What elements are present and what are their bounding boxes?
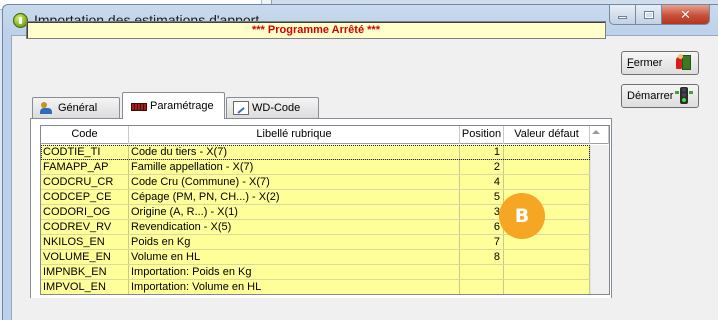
cell-position[interactable]: 5 bbox=[460, 190, 504, 204]
fermer-label: Fermer bbox=[627, 57, 674, 69]
cell-code[interactable]: VOLUME_EN bbox=[41, 250, 129, 264]
minimize-button[interactable] bbox=[609, 5, 636, 25]
table-row[interactable]: IMPVOL_EN Importation: Volume en HL bbox=[41, 280, 590, 294]
cell-default[interactable] bbox=[504, 265, 590, 279]
demarrer-button[interactable]: Démarrer bbox=[621, 84, 699, 108]
cell-code[interactable]: CODTIE_TI bbox=[41, 145, 129, 159]
fermer-mnemonic: F bbox=[627, 57, 634, 69]
column-header-position[interactable]: Position bbox=[460, 126, 504, 144]
caption-buttons: ✕ bbox=[609, 5, 710, 25]
maximize-icon bbox=[643, 10, 654, 19]
film-strip-icon bbox=[131, 103, 147, 111]
scroll-up-icon[interactable] bbox=[592, 130, 600, 134]
cell-code[interactable]: CODORI_OG bbox=[41, 205, 129, 219]
edit-document-icon bbox=[233, 101, 249, 115]
cell-code[interactable]: CODCEP_CE bbox=[41, 190, 129, 204]
annotation-badge: B bbox=[499, 193, 545, 239]
cell-position[interactable] bbox=[460, 265, 504, 279]
cell-position[interactable]: 2 bbox=[460, 160, 504, 174]
table-row[interactable]: CODTIE_TI Code du tiers - X(7) 1 bbox=[41, 145, 590, 160]
fermer-button[interactable]: Fermer bbox=[621, 51, 699, 75]
vertical-scrollbar[interactable] bbox=[590, 145, 609, 294]
cell-code[interactable]: CODCRU_CR bbox=[41, 175, 129, 189]
tab-general[interactable]: Général bbox=[32, 97, 120, 118]
cell-position[interactable]: 4 bbox=[460, 175, 504, 189]
column-header-code[interactable]: Code bbox=[41, 126, 129, 144]
cell-code[interactable]: CODREV_RV bbox=[41, 220, 129, 234]
cell-label[interactable]: Importation: Poids en Kg bbox=[129, 265, 460, 279]
cell-position[interactable]: 6 bbox=[460, 220, 504, 234]
table-row[interactable]: VOLUME_EN Volume en HL 8 bbox=[41, 250, 590, 265]
maximize-button[interactable] bbox=[636, 5, 662, 25]
tab-wd-code-label: WD-Code bbox=[252, 102, 301, 114]
traffic-light-icon bbox=[674, 87, 694, 105]
exit-door-icon bbox=[674, 54, 694, 72]
cell-label[interactable]: Origine (A, R...) - X(1) bbox=[129, 205, 460, 219]
cell-label[interactable]: Poids en Kg bbox=[129, 235, 460, 249]
cell-position[interactable]: 8 bbox=[460, 250, 504, 264]
cell-position[interactable]: 3 bbox=[460, 205, 504, 219]
cell-label[interactable]: Revendication - X(5) bbox=[129, 220, 460, 234]
cell-code[interactable]: IMPVOL_EN bbox=[41, 280, 129, 294]
tab-general-label: Général bbox=[58, 102, 98, 114]
user-icon bbox=[39, 101, 55, 115]
cell-code[interactable]: FAMAPP_AP bbox=[41, 160, 129, 174]
cell-position[interactable]: 7 bbox=[460, 235, 504, 249]
close-window-button[interactable]: ✕ bbox=[662, 5, 710, 25]
tab-parametrage-label: Paramétrage bbox=[150, 100, 214, 112]
cell-label[interactable]: Cépage (PM, PN, CH...) - X(2) bbox=[129, 190, 460, 204]
cell-position[interactable]: 1 bbox=[460, 145, 504, 159]
table-row[interactable]: FAMAPP_AP Famille appellation - X(7) 2 bbox=[41, 160, 590, 175]
cell-code[interactable]: NKILOS_EN bbox=[41, 235, 129, 249]
cell-default[interactable] bbox=[504, 160, 590, 174]
minimize-icon bbox=[618, 16, 627, 19]
status-banner: *** Programme Arrêté *** bbox=[26, 21, 606, 39]
cell-default[interactable] bbox=[504, 280, 590, 294]
tab-parametrage[interactable]: Paramétrage bbox=[122, 92, 225, 119]
cell-default[interactable] bbox=[504, 250, 590, 264]
cell-default[interactable] bbox=[504, 145, 590, 159]
header-scroll-corner bbox=[590, 126, 609, 144]
column-header-default[interactable]: Valeur défaut bbox=[504, 126, 590, 144]
table-header: Code Libellé rubrique Position Valeur dé… bbox=[41, 126, 609, 144]
cell-label[interactable]: Volume en HL bbox=[129, 250, 460, 264]
table-row[interactable]: NKILOS_EN Poids en Kg 7 bbox=[41, 235, 590, 250]
cell-label[interactable]: Famille appellation - X(7) bbox=[129, 160, 460, 174]
cell-position[interactable] bbox=[460, 280, 504, 294]
table-row[interactable]: IMPNBK_EN Importation: Poids en Kg bbox=[41, 265, 590, 280]
fermer-label-rest: ermer bbox=[633, 57, 663, 69]
table-row[interactable]: CODCRU_CR Code Cru (Commune) - X(7) 4 bbox=[41, 175, 590, 190]
cell-default[interactable] bbox=[504, 175, 590, 189]
cell-label[interactable]: Code Cru (Commune) - X(7) bbox=[129, 175, 460, 189]
tab-wd-code[interactable]: WD-Code bbox=[226, 97, 319, 118]
cell-label[interactable]: Code du tiers - X(7) bbox=[129, 145, 460, 159]
column-header-label[interactable]: Libellé rubrique bbox=[129, 126, 460, 144]
close-icon: ✕ bbox=[680, 6, 691, 22]
cell-code[interactable]: IMPNBK_EN bbox=[41, 265, 129, 279]
cell-label[interactable]: Importation: Volume en HL bbox=[129, 280, 460, 294]
demarrer-label: Démarrer bbox=[627, 90, 674, 102]
